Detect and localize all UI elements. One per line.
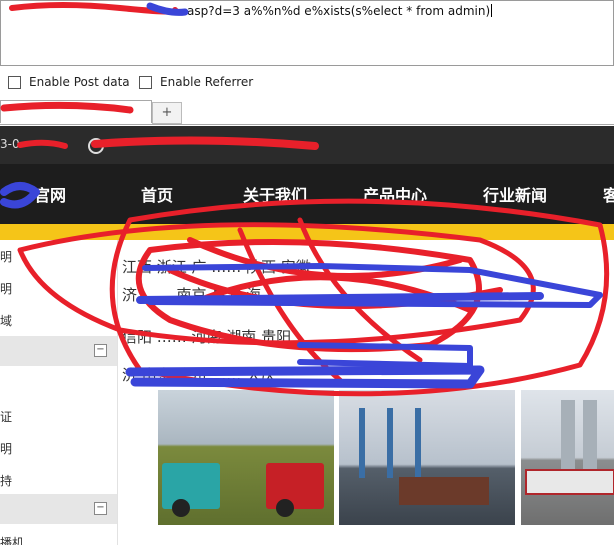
content-line: 信阳 …… 河南 湖南 贵阳: [122, 328, 292, 346]
sidebar-item-label: 明: [0, 250, 13, 264]
post-data-label: Enable Post data: [29, 75, 130, 89]
photo-port[interactable]: [339, 390, 515, 525]
collapse-icon[interactable]: −: [94, 344, 107, 357]
building-shape: [583, 400, 597, 470]
accent-band: [0, 224, 614, 240]
crane-shape: [359, 408, 365, 478]
sidebar-item-label: 持: [0, 474, 13, 488]
wheel-shape: [276, 499, 294, 517]
nav-about[interactable]: 关于我们: [243, 182, 307, 206]
crane-shape: [387, 408, 393, 478]
crane-shape: [415, 408, 421, 478]
tab-strip: +: [0, 98, 614, 125]
site-logo[interactable]: 官网: [8, 182, 66, 206]
building-shape: [561, 400, 575, 470]
logo-suffix: 官网: [34, 186, 67, 205]
url-visible-text: asp?d=3 a%%n%d e%xists(s%elect * from ad…: [187, 4, 491, 18]
content-line: 济 …… 南京 昌北 海: [122, 286, 262, 304]
search-icon[interactable]: [88, 138, 104, 154]
main-nav: 官网 首页 关于我们 产品中心 行业新闻 客: [0, 164, 614, 224]
post-data-checkbox[interactable]: [8, 75, 21, 89]
photo-train[interactable]: [521, 390, 614, 525]
nav-home[interactable]: 首页: [141, 182, 173, 206]
nav-more[interactable]: 客: [603, 182, 614, 206]
content-line: 济 南京 广州 …… 大庆: [122, 366, 277, 384]
nav-news[interactable]: 行业新闻: [483, 182, 547, 206]
site-topbar: 3-0: [0, 126, 614, 164]
url-textarea[interactable]: asp?d=3 a%%n%d e%xists(s%elect * from ad…: [0, 0, 614, 66]
collapse-icon[interactable]: −: [94, 502, 107, 515]
text-caret: [491, 4, 493, 17]
sidebar-item-label: 域: [0, 314, 13, 328]
content-line: 江西 浙江 广 …… 陕西 安徽: [122, 258, 311, 276]
sidebar: 明 明 域 − 证 明 持 − 播机: [0, 240, 118, 545]
sidebar-item-label: 证: [0, 410, 13, 424]
url-text-wrapper: asp?d=3 a%%n%d e%xists(s%elect * from ad…: [7, 4, 493, 18]
truck-shape: [162, 463, 220, 509]
ship-shape: [399, 477, 489, 505]
sidebar-section-header[interactable]: −: [0, 494, 117, 524]
sidebar-item-label: 明: [0, 282, 13, 296]
truck-shape: [266, 463, 324, 509]
enable-referrer-option[interactable]: Enable Referrer: [139, 75, 253, 89]
active-tab[interactable]: [0, 100, 152, 123]
sidebar-item-label: 明: [0, 442, 13, 456]
nav-products[interactable]: 产品中心: [363, 182, 427, 206]
train-shape: [525, 469, 614, 495]
referrer-label: Enable Referrer: [160, 75, 254, 89]
enable-post-data-option[interactable]: Enable Post data: [8, 75, 130, 89]
sidebar-item-label: 播机: [0, 536, 25, 545]
sidebar-section-header[interactable]: −: [0, 336, 117, 366]
wheel-shape: [172, 499, 190, 517]
photo-trucks[interactable]: [158, 390, 334, 525]
referrer-checkbox[interactable]: [139, 75, 152, 89]
topbar-lead-text: 3-0: [0, 137, 20, 151]
new-tab-button[interactable]: +: [152, 102, 182, 124]
website-viewport: 3-0 官网 首页 关于我们 产品中心 行业新闻 客 明 明 域 − 证 明 持…: [0, 126, 614, 545]
